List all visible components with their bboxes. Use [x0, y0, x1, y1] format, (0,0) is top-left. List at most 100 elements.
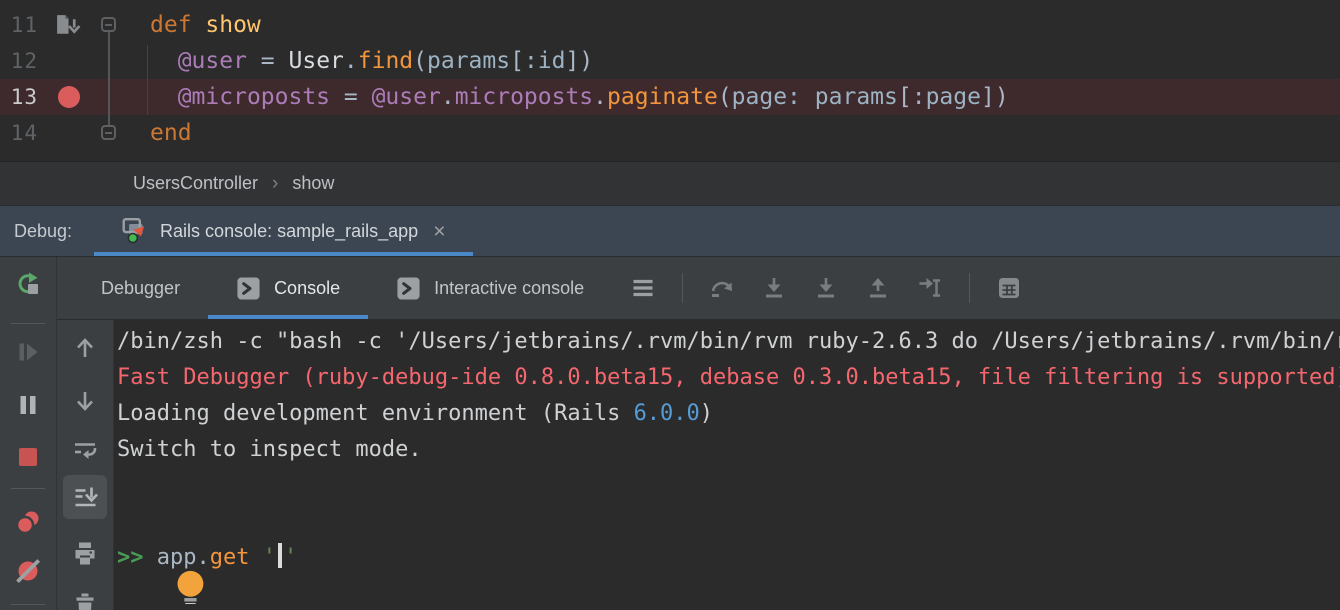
- close-icon[interactable]: ×: [433, 221, 445, 242]
- resume-button[interactable]: [15, 339, 41, 365]
- breadcrumb: UsersController › show: [0, 161, 1340, 205]
- toolbar-separator: [969, 273, 970, 303]
- hamburger-button[interactable]: [630, 275, 656, 301]
- code-token: .: [593, 84, 607, 110]
- code-token: ): [995, 84, 1009, 110]
- line-number[interactable]: 12: [0, 43, 38, 79]
- console-line: [117, 468, 1340, 504]
- console-text: Loading development environment (Rails: [117, 401, 634, 426]
- print-button[interactable]: [72, 540, 98, 566]
- line-number[interactable]: 11: [0, 7, 38, 43]
- console-text: Switch to inspect mode.: [117, 437, 422, 462]
- toolbar-separator: [11, 488, 45, 489]
- code-text: @user = User.find(params[:id]): [150, 43, 593, 79]
- code-token: =: [247, 48, 289, 74]
- code-token: :id: [524, 48, 566, 74]
- breadcrumb-method[interactable]: show: [292, 173, 334, 194]
- code-line: 11 def show: [0, 7, 1340, 43]
- intention-lightbulb-icon[interactable]: [172, 566, 204, 604]
- code-token: [150, 84, 178, 110]
- breakpoint-dot[interactable]: [58, 86, 80, 108]
- debug-panel: Debugger Console Interactive console /bin/…: [0, 256, 1340, 610]
- code-editor[interactable]: 11def show12 @user = User.find(params[:i…: [0, 0, 1340, 161]
- breadcrumb-separator-icon: ›: [272, 173, 278, 195]
- scroll-end-icon: [72, 484, 98, 510]
- rerun-button[interactable]: [15, 271, 41, 297]
- console-output[interactable]: /bin/zsh -c "bash -c '/Users/jetbrains/.…: [114, 320, 1340, 610]
- soft-wrap-button[interactable]: [72, 437, 98, 463]
- console-text: 6.0.0: [634, 401, 700, 426]
- code-token: .: [441, 84, 455, 110]
- code-token: page:: [732, 84, 801, 110]
- tab-interactive-console[interactable]: Interactive console: [368, 257, 612, 319]
- code-token: find: [358, 48, 413, 74]
- step-out-button[interactable]: [865, 275, 891, 301]
- debug-toolwindow-bar: Debug: Rails console: sample_rails_app ×: [0, 205, 1340, 256]
- line-number[interactable]: 13: [0, 79, 38, 115]
- console-area: /bin/zsh -c "bash -c '/Users/jetbrains/.…: [57, 320, 1340, 610]
- fold-spine-line: [108, 30, 110, 129]
- run-to-cursor-button[interactable]: [917, 275, 943, 301]
- mute-breakpoints-button[interactable]: [15, 557, 41, 583]
- code-token: (: [413, 48, 427, 74]
- prompt-marker: >>: [117, 545, 157, 570]
- code-token: @user: [372, 84, 441, 110]
- code-token: microposts: [455, 84, 593, 110]
- pause-button[interactable]: [15, 392, 41, 418]
- code-token: ): [579, 48, 593, 74]
- console-text: Fast Debugger (ruby-debug-ide 0.8.0.beta…: [117, 365, 1340, 390]
- code-token: paginate: [607, 84, 718, 110]
- tab-label: Console: [274, 278, 340, 299]
- code-token: ]: [981, 84, 995, 110]
- code-text: @microposts = @user.microposts.paginate(…: [150, 79, 1009, 115]
- debug-tab-title: Rails console: sample_rails_app: [160, 221, 418, 242]
- fold-marker-icon[interactable]: [101, 125, 116, 140]
- scroll-end-button[interactable]: [63, 475, 107, 519]
- tab-label: Debugger: [101, 278, 180, 299]
- breadcrumb-class[interactable]: UsersController: [133, 173, 258, 194]
- console-text: ): [700, 401, 713, 426]
- rails-console-icon: [121, 217, 149, 245]
- code-token: ]: [566, 48, 580, 74]
- tab-debugger[interactable]: Debugger: [73, 257, 208, 319]
- prompt-token: ': [263, 545, 276, 570]
- debug-session-tab[interactable]: Rails console: sample_rails_app ×: [94, 206, 473, 256]
- text-cursor: [278, 543, 282, 568]
- code-token: params: [815, 84, 898, 110]
- console-line: Fast Debugger (ruby-debug-ide 0.8.0.beta…: [117, 360, 1340, 396]
- code-token: (: [718, 84, 732, 110]
- code-line: 12 @user = User.find(params[:id]): [0, 43, 1340, 79]
- code-token: @user: [178, 48, 247, 74]
- line-number[interactable]: 14: [0, 115, 38, 151]
- fold-marker-icon[interactable]: [101, 17, 116, 32]
- file-arrow-icon: [54, 12, 81, 39]
- debug-label: Debug:: [14, 221, 72, 242]
- code-token: User: [289, 48, 344, 74]
- tab-console[interactable]: Console: [208, 257, 368, 319]
- code-token: :page: [912, 84, 981, 110]
- view-breakpoints-button[interactable]: [15, 509, 41, 535]
- debugger-actions-toolbar: [0, 257, 57, 610]
- trash-button[interactable]: [72, 592, 98, 610]
- prompt-token: get: [210, 545, 250, 570]
- evaluate-grid-button[interactable]: [996, 275, 1022, 301]
- editor-lines: 11def show12 @user = User.find(params[:i…: [0, 0, 1340, 151]
- console-prompt-line[interactable]: >> app.get '': [117, 540, 1340, 576]
- code-text: def show: [150, 7, 261, 43]
- step-over-button[interactable]: [709, 275, 735, 301]
- force-step-into-button[interactable]: [813, 275, 839, 301]
- indent-guide-line: [147, 45, 148, 115]
- code-token: def: [150, 12, 205, 38]
- step-into-button[interactable]: [761, 275, 787, 301]
- console-actions-toolbar: [57, 320, 114, 610]
- arrow-down-button[interactable]: [72, 388, 98, 414]
- code-text: end: [150, 115, 192, 151]
- toolbar-separator: [682, 273, 683, 303]
- code-token: show: [205, 12, 260, 38]
- arrow-up-button[interactable]: [72, 335, 98, 361]
- prompt-token: [250, 545, 263, 570]
- code-token: .: [344, 48, 358, 74]
- code-token: [801, 84, 815, 110]
- code-line: 13 @microposts = @user.microposts.pagina…: [0, 79, 1340, 115]
- stop-button[interactable]: [15, 444, 41, 470]
